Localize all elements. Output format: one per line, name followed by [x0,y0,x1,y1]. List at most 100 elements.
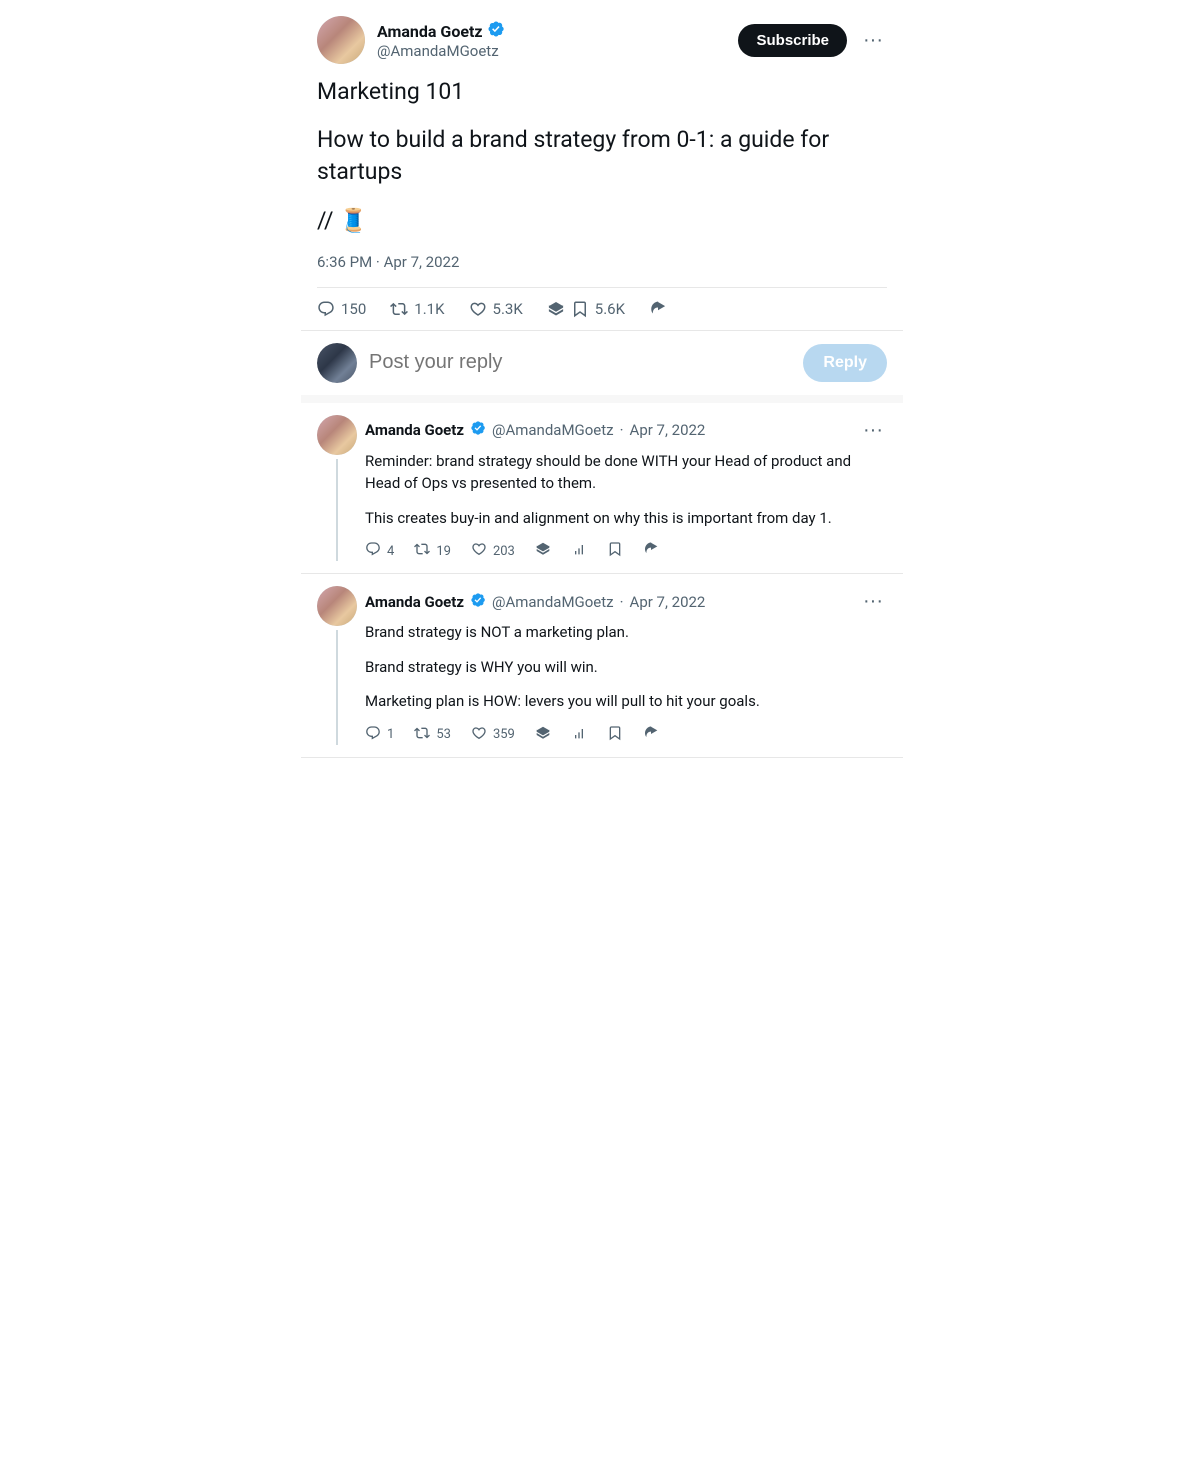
reply-name-1: Amanda Goetz [365,421,464,439]
reply-action-analytics-1[interactable] [571,541,587,561]
retweet-stat[interactable]: 1.1K [390,300,444,318]
retweet-icon [390,300,408,318]
reply-input[interactable] [369,351,791,374]
reply-count: 150 [341,300,366,318]
bookmark-count: 5.6K [595,300,625,318]
reply-action-layers-2[interactable] [535,725,551,745]
reply-layers-icon-2 [535,725,551,745]
reply-action-reply-icon-1 [365,541,381,561]
reply-action-share-1[interactable] [643,541,659,561]
reply-action-layers-1[interactable] [535,541,551,561]
reply-text-p1-2: Brand strategy is NOT a marketing plan. [365,621,887,644]
reply-action-analytics-2[interactable] [571,725,587,745]
bookmark-icon [571,300,589,318]
reply-avatar-2 [317,586,357,626]
reply-heart-icon-2 [471,725,487,745]
reply-action-like-2[interactable]: 359 [471,725,515,745]
reply-count-2: 1 [387,727,394,742]
subscribe-button[interactable]: Subscribe [738,24,847,57]
reply-user-avatar [317,343,357,383]
author-handle: @AmandaMGoetz [377,42,505,60]
author-avatar [317,16,365,64]
reply-left-2 [317,586,357,745]
reply-author-line-2: Amanda Goetz @AmandaMGoetz · Apr 7, 2022 [365,592,705,612]
reply-item-1: Amanda Goetz @AmandaMGoetz · Apr 7, 2022… [301,403,903,575]
reply-header-1: Amanda Goetz @AmandaMGoetz · Apr 7, 2022… [365,415,887,446]
reply-action-reply-1[interactable]: 4 [365,541,394,561]
reply-body-1: Amanda Goetz @AmandaMGoetz · Apr 7, 2022… [365,415,887,562]
reply-header-2: Amanda Goetz @AmandaMGoetz · Apr 7, 2022… [365,586,887,617]
reply-bookmark-icon-1 [607,541,623,561]
reply-action-retweet-1[interactable]: 19 [414,541,451,561]
reply-date-2: Apr 7, 2022 [630,593,706,611]
layers-icon [547,300,565,318]
reply-verified-2 [470,592,486,612]
share-stat[interactable] [649,300,667,318]
reply-left-1 [317,415,357,562]
reply-area: Reply [301,331,903,403]
reply-name-2: Amanda Goetz [365,593,464,611]
reply-action-reply-2[interactable]: 1 [365,725,394,745]
reply-text-p2-2: Brand strategy is WHY you will win. [365,656,887,679]
thread-line-1 [336,459,338,562]
more-options-button[interactable]: ··· [859,25,887,56]
reply-heart-icon-1 [471,541,487,561]
reply-action-share-2[interactable] [643,725,659,745]
tweet-time: 6:36 PM · Apr 7, 2022 [317,253,887,271]
reply-time-2: · [620,593,624,611]
reply-text-p3-2: Marketing plan is HOW: levers you will p… [365,690,887,713]
reply-item-2: Amanda Goetz @AmandaMGoetz · Apr 7, 2022… [301,574,903,758]
like-count-1: 203 [493,544,515,559]
author-info: Amanda Goetz @AmandaMGoetz [377,20,505,60]
reply-actions-1: 4 19 203 [365,541,887,561]
retweet-count-2: 53 [436,727,451,742]
reply-share-icon-2 [643,725,659,745]
reply-icon [317,300,335,318]
reply-input-wrapper [369,351,791,374]
tweet-header: Amanda Goetz @AmandaMGoetz Subscribe ··· [317,16,887,64]
retweet-count-1: 19 [436,544,451,559]
reply-share-icon-1 [643,541,659,561]
heart-icon [469,300,487,318]
reply-layers-icon-1 [535,541,551,561]
like-count: 5.3K [493,300,523,318]
reply-more-button-1[interactable]: ··· [859,415,887,446]
reply-verified-1 [470,420,486,440]
verified-badge [487,20,505,42]
reply-author-line-1: Amanda Goetz @AmandaMGoetz · Apr 7, 2022 [365,420,705,440]
reply-actions-2: 1 53 359 [365,725,887,745]
tweet-stats: 150 1.1K 5.3K [317,287,887,330]
reply-text-p2-1: This creates buy-in and alignment on why… [365,507,887,530]
tweet-line2: How to build a brand strategy from 0-1: … [317,124,887,188]
reply-action-bookmark-2[interactable] [607,725,623,745]
tweet-author: Amanda Goetz @AmandaMGoetz [317,16,505,64]
reply-action-bookmark-1[interactable] [607,541,623,561]
retweet-count: 1.1K [414,300,444,318]
reply-handle-2: @AmandaMGoetz [492,593,614,611]
like-stat[interactable]: 5.3K [469,300,523,318]
reply-date-1: Apr 7, 2022 [630,421,706,439]
reply-text-2: Brand strategy is NOT a marketing plan. … [365,621,887,713]
reply-button[interactable]: Reply [803,344,887,382]
reply-bookmark-icon-2 [607,725,623,745]
reply-action-retweet-2[interactable]: 53 [414,725,451,745]
reply-avatar-1 [317,415,357,455]
reply-text-p1-1: Reminder: brand strategy should be done … [365,450,887,495]
reply-action-reply-icon-2 [365,725,381,745]
reply-body-2: Amanda Goetz @AmandaMGoetz · Apr 7, 2022… [365,586,887,745]
reply-count-1: 4 [387,544,394,559]
like-count-2: 359 [493,727,515,742]
reply-thread: Amanda Goetz @AmandaMGoetz · Apr 7, 2022… [301,403,903,758]
author-name-text: Amanda Goetz [377,22,483,41]
bookmark-stat[interactable]: 5.6K [547,300,625,318]
reply-stat[interactable]: 150 [317,300,366,318]
reply-analytics-icon-1 [571,541,587,561]
share-icon [649,300,667,318]
author-name: Amanda Goetz [377,20,505,42]
reply-analytics-icon-2 [571,725,587,745]
reply-action-like-1[interactable]: 203 [471,541,515,561]
tweet-line1: Marketing 101 [317,76,887,108]
reply-retweet-icon-1 [414,541,430,561]
reply-more-button-2[interactable]: ··· [859,586,887,617]
tweet-line3: // 🧵 [317,205,887,237]
